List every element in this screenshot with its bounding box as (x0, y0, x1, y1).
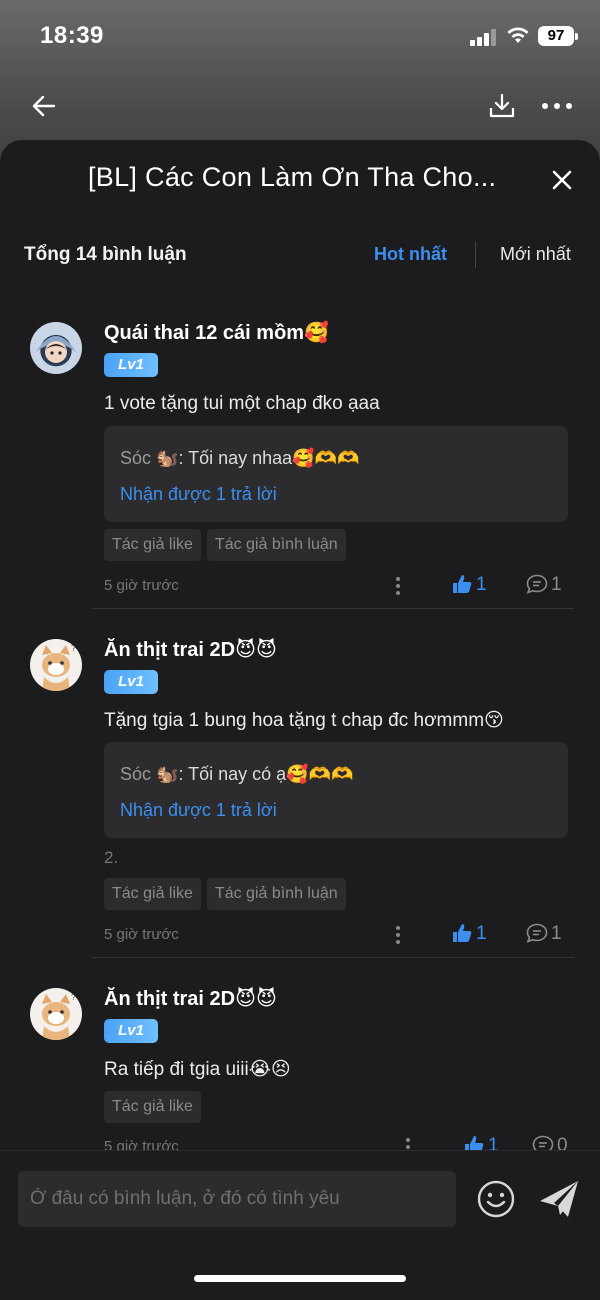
svg-text:?: ? (71, 643, 76, 653)
svg-text:?: ? (71, 992, 76, 1002)
more-vertical-icon[interactable] (394, 925, 402, 945)
tag-author-comment: Tác giả bình luận (206, 529, 346, 561)
sort-new-tab[interactable]: Mới nhất (500, 244, 571, 265)
comment-divider (92, 957, 574, 958)
like-count: 1 (476, 923, 487, 944)
sort-divider (475, 242, 476, 268)
top-nav (0, 80, 600, 132)
comment-divider (92, 608, 574, 609)
view-replies-link[interactable]: Nhận được 1 trả lời (120, 800, 277, 821)
reply-text: : Tối nay nhaa🥰🫶🫶 (178, 448, 360, 468)
comment-count: Tổng 14 bình luận (24, 244, 187, 265)
comment-text: Tặng tgia 1 bung hoa tặng t chap đc hơmm… (104, 710, 504, 731)
comment-time: 5 giờ trước (104, 577, 179, 594)
like-count: 1 (476, 574, 487, 595)
level-badge: Lv1 (104, 670, 158, 694)
reply-count: 1 (551, 574, 562, 595)
thumbs-up-icon (453, 575, 472, 593)
comment-bubble-icon (526, 574, 548, 594)
reply-text: : Tối nay có ạ🥰🫶🫶 (178, 764, 354, 784)
reply-button[interactable]: 1 (526, 574, 562, 598)
reply-count: 1 (551, 923, 562, 944)
status-bar: 18:39 97 (0, 0, 600, 72)
home-indicator (194, 1275, 406, 1282)
arrow-left-icon[interactable] (28, 90, 60, 122)
tag-author-comment: Tác giả bình luận (206, 878, 346, 910)
sheet-title: [BL] Các Con Làm Ơn Tha Cho... (88, 162, 497, 192)
send-icon[interactable] (538, 1179, 580, 1219)
avatar[interactable]: ? (30, 988, 82, 1040)
thumbs-up-icon (453, 924, 472, 942)
reply-button[interactable]: 1 (526, 923, 562, 947)
tag-author-like: Tác giả like (104, 878, 201, 910)
download-icon[interactable] (486, 90, 518, 122)
comment-username[interactable]: Ăn thịt trai 2D😈😈 (104, 637, 277, 662)
comment-text: 1 vote tặng tui một chap đko ạaa (104, 393, 380, 414)
status-time: 18:39 (40, 22, 104, 49)
shark-avatar-image (36, 336, 76, 363)
sort-hot-tab[interactable]: Hot nhất (374, 244, 447, 265)
view-replies-link[interactable]: Nhận được 1 trả lời (120, 484, 277, 505)
reply-preview[interactable]: Sóc 🐿️: Tối nay nhaa🥰🫶🫶 Nhận được 1 trả … (104, 426, 568, 522)
tag-row: Tác giả like Tác giả bình luận (104, 529, 352, 561)
avatar[interactable] (30, 322, 82, 374)
smiley-icon[interactable] (476, 1179, 516, 1219)
more-vertical-icon[interactable] (394, 576, 402, 596)
cat-avatar-image: ? (42, 992, 76, 1040)
comment-username[interactable]: Ăn thịt trai 2D😈😈 (104, 986, 277, 1011)
reply-author: Sóc 🐿️ (120, 764, 179, 784)
battery-indicator: 97 (538, 26, 578, 46)
reply-preview[interactable]: Sóc 🐿️: Tối nay có ạ🥰🫶🫶 Nhận được 1 trả … (104, 742, 568, 838)
comment-input-wrapper[interactable] (18, 1171, 456, 1227)
comment-text: Ra tiếp đi tgia uiii😭😣 (104, 1059, 291, 1080)
level-badge: Lv1 (104, 353, 158, 377)
avatar[interactable]: ? (30, 639, 82, 691)
reply-line: Sóc 🐿️: Tối nay nhaa🥰🫶🫶 (120, 448, 359, 469)
more-horizontal-icon[interactable] (540, 90, 574, 122)
reply-author: Sóc 🐿️ (120, 448, 179, 468)
tag-row: Tác giả like Tác giả bình luận (104, 878, 352, 910)
like-button[interactable]: 1 (452, 574, 487, 598)
comments-sheet: [BL] Các Con Làm Ơn Tha Cho... Tổng 14 b… (0, 140, 600, 1299)
comment-username[interactable]: Quái thai 12 cái mồm🥰 (104, 320, 329, 345)
comment-bubble-icon (526, 923, 548, 943)
tag-row: Tác giả like (104, 1091, 207, 1123)
comment-extra: 2. (104, 848, 119, 867)
comment-input[interactable] (18, 1171, 450, 1227)
wifi-icon (507, 27, 529, 43)
like-button[interactable]: 1 (452, 923, 487, 947)
tag-author-like: Tác giả like (104, 1091, 201, 1123)
level-badge: Lv1 (104, 1019, 158, 1043)
comment-time: 5 giờ trước (104, 926, 179, 943)
tag-author-like: Tác giả like (104, 529, 201, 561)
signal-icon (470, 28, 498, 46)
cat-avatar-image: ? (42, 643, 76, 691)
reply-line: Sóc 🐿️: Tối nay có ạ🥰🫶🫶 (120, 764, 353, 785)
close-icon[interactable] (548, 166, 576, 194)
